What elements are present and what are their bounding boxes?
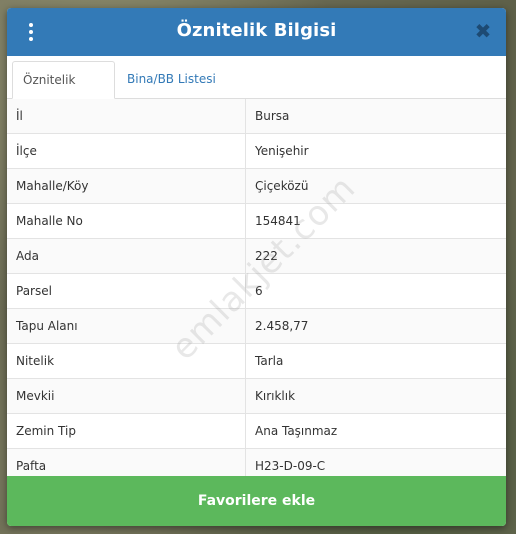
tab-bar: Öznitelik Bilgisi Bina/BB Listesi	[7, 56, 506, 123]
attribute-value: 6	[255, 284, 263, 298]
table-row: Zemin Tip Ana Taşınmaz	[7, 414, 506, 449]
attribute-key: Mahalle/Köy	[16, 179, 89, 193]
tab-building-list[interactable]: Bina/BB Listesi	[117, 61, 226, 97]
attribute-value: Tarla	[255, 354, 284, 368]
attribute-key: Parsel	[16, 284, 52, 298]
table-row: Mahalle/Köy Çiçeközü	[7, 169, 506, 204]
table-row: Ada 222	[7, 239, 506, 274]
attribute-key: Nitelik	[16, 354, 55, 368]
close-icon[interactable]: ✖	[472, 19, 494, 43]
attribute-key: Ada	[16, 249, 39, 263]
attribute-info-dialog: Öznitelik Bilgisi ✖ Öznitelik Bilgisi Bi…	[7, 8, 506, 526]
attribute-key: Tapu Alanı	[16, 319, 78, 333]
attribute-value: Yenişehir	[255, 144, 309, 158]
table-row: Mevkii Kırıklık	[7, 379, 506, 414]
dialog-header: Öznitelik Bilgisi ✖	[7, 8, 506, 56]
attribute-value: 154841	[255, 214, 301, 228]
attribute-key: İlçe	[16, 144, 37, 158]
tab-attribute-info[interactable]: Öznitelik Bilgisi	[12, 61, 115, 123]
table-row: İlçe Yenişehir	[7, 134, 506, 169]
attribute-value: 2.458,77	[255, 319, 309, 333]
attribute-value: Bursa	[255, 109, 290, 123]
attribute-value: Çiçeközü	[255, 179, 309, 193]
add-to-favorites-button[interactable]: Favorilere ekle	[7, 476, 506, 526]
attribute-key: Zemin Tip	[16, 424, 76, 438]
attribute-table: İl Bursa İlçe Yenişehir Mahalle/Köy Çiçeköz…	[7, 99, 506, 484]
table-row: İl Bursa	[7, 99, 506, 134]
dialog-title: Öznitelik Bilgisi	[176, 20, 337, 41]
table-row: Mahalle No 154841	[7, 204, 506, 239]
attribute-value: 222	[255, 249, 278, 263]
table-row: Nitelik Tarla	[7, 344, 506, 379]
attribute-key: Mevkii	[16, 389, 55, 403]
table-row: Tapu Alanı 2.458,77	[7, 309, 506, 344]
attribute-key: İl	[16, 109, 23, 123]
attribute-value: Ana Taşınmaz	[255, 424, 338, 438]
attribute-key: Mahalle No	[16, 214, 83, 228]
table-row: Parsel 6	[7, 274, 506, 309]
attribute-value: Kırıklık	[255, 389, 296, 403]
